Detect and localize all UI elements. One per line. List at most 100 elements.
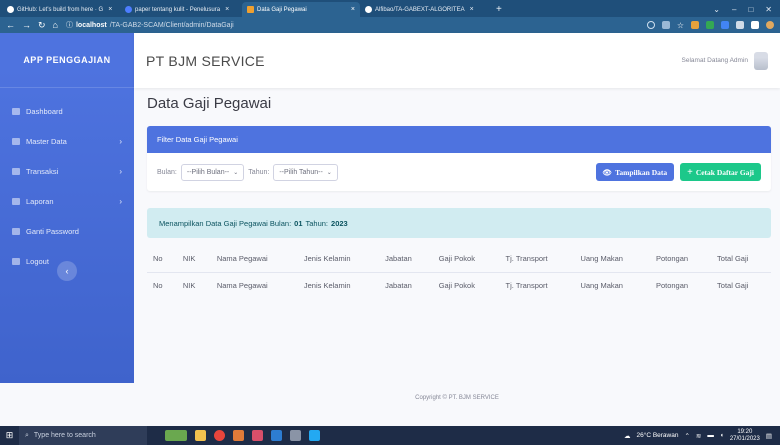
app-icon[interactable] (290, 430, 301, 441)
chevron-down-icon[interactable]: ⌄ (713, 5, 720, 14)
sidebar-item-master-data[interactable]: Master Data › (0, 126, 134, 156)
puzzle-icon[interactable] (736, 21, 744, 29)
table-cell: Uang Makan (574, 271, 650, 299)
google-icon (125, 6, 132, 13)
table-cell: Potongan (649, 271, 712, 299)
sidebar-toggle-button[interactable]: ‹ (57, 261, 77, 281)
sidebar-item-transaksi[interactable]: Transaksi › (0, 156, 134, 186)
close-tab-icon[interactable]: × (225, 6, 229, 13)
column-header: Uang Makan (580, 253, 623, 263)
table-cell: Jabatan (379, 271, 433, 299)
search-icon: ⌕ (25, 431, 29, 439)
mail-icon[interactable] (271, 430, 282, 441)
close-tab-icon[interactable]: × (108, 6, 112, 13)
chevron-up-icon[interactable]: ⌃ (684, 432, 689, 440)
tampilkan-data-button[interactable]: 👁 Tampilkan Data (595, 163, 675, 181)
file-explorer-icon[interactable] (195, 430, 206, 441)
clock[interactable]: 19:20 27/01/2023 (730, 429, 760, 443)
close-window-icon[interactable]: ✕ (765, 5, 772, 14)
page-title: Data Gaji Pegawai (147, 95, 272, 112)
reload-icon[interactable]: ↻ (38, 20, 46, 31)
sidebar-item-ganti-password[interactable]: Ganti Password (0, 216, 134, 246)
notification-icon[interactable]: ▤ (766, 432, 772, 440)
app-icon[interactable] (252, 430, 263, 441)
column-header: Potongan (655, 253, 689, 263)
cetak-daftar-gaji-button[interactable]: + Cetak Daftar Gaji (680, 163, 761, 181)
extension-icon[interactable] (721, 21, 729, 29)
chevron-down-icon: ⌄ (233, 169, 239, 176)
home-icon[interactable]: ⌂ (53, 20, 58, 31)
browser-tab[interactable]: GitHub: Let's build from here · G × (2, 2, 120, 17)
forward-icon[interactable]: → (22, 20, 31, 31)
github-icon (365, 6, 372, 13)
extension-icon[interactable] (691, 21, 699, 29)
zoom-icon[interactable] (646, 21, 655, 29)
volume-icon[interactable]: ◖ (720, 432, 724, 439)
page-favicon-icon (247, 6, 254, 13)
dashboard-icon (12, 107, 20, 115)
chevron-right-icon: › (119, 136, 122, 146)
sidepanel-icon[interactable] (751, 21, 759, 29)
info-icon: ⓘ (65, 22, 73, 29)
tahun-select[interactable]: --Pilih Tahun-- ⌄ (273, 163, 338, 181)
bulan-select[interactable]: --Pilih Bulan-- ⌄ (180, 163, 245, 181)
table-cell: No (147, 271, 177, 299)
maximize-icon[interactable]: □ (748, 5, 753, 14)
bulan-label: Bulan: (157, 168, 177, 176)
column-header: Jenis Kelamin (303, 253, 351, 263)
network-icon[interactable]: ≋ (696, 432, 701, 440)
chrome-icon[interactable] (214, 430, 225, 441)
minimize-icon[interactable]: – (732, 5, 736, 14)
github-icon (7, 6, 14, 13)
browser-tab[interactable]: paper tentang kulit - Penelusura × (120, 2, 242, 17)
battery-icon[interactable]: ▬ (707, 432, 714, 439)
app-brand[interactable]: APP PENGGAJIAN (0, 33, 134, 88)
column-header: No (153, 253, 163, 263)
close-tab-icon[interactable]: × (470, 6, 474, 13)
address-bar: ← → ↻ ⌂ ⓘ localhost/TA-GAB2-SCAM/Client/… (0, 17, 780, 33)
user-menu[interactable]: Selamat Datang Admin (682, 51, 768, 70)
back-icon[interactable]: ← (6, 20, 15, 31)
eye-icon: 👁 (602, 167, 613, 177)
sidebar-item-laporan[interactable]: Laporan › (0, 186, 134, 216)
info-alert: Menampilkan Data Gaji Pegawai Bulan: 01 … (147, 208, 771, 238)
profile-avatar[interactable] (766, 21, 774, 29)
filter-row: Bulan: --Pilih Bulan-- ⌄ Tahun: --Pilih … (147, 153, 771, 191)
chevron-right-icon: › (119, 166, 122, 176)
table-cell: Tj. Transport (499, 271, 575, 299)
game-icon[interactable] (165, 430, 187, 441)
main-content: Data Gaji Pegawai Filter Data Gaji Pegaw… (134, 88, 780, 383)
table-cell: Jenis Kelamin (297, 271, 380, 299)
company-name: PT BJM SERVICE (146, 52, 265, 69)
share-icon[interactable] (661, 21, 670, 29)
database-icon (12, 137, 20, 145)
sidebar-item-dashboard[interactable]: Dashboard (0, 96, 134, 126)
salary-table: No NIK Nama Pegawai Jenis Kelamin Jabata… (147, 245, 771, 299)
plus-icon: + (687, 166, 693, 178)
table-header-row: No NIK Nama Pegawai Jenis Kelamin Jabata… (147, 245, 771, 272)
taskbar-search[interactable]: ⌕ Type here to search (19, 426, 147, 445)
star-icon[interactable]: ☆ (677, 21, 684, 30)
transaction-icon (12, 167, 20, 175)
vscode-icon[interactable] (309, 430, 320, 441)
window-controls: ⌄ – □ ✕ (705, 5, 780, 17)
table-cell: Nama Pegawai (210, 271, 298, 299)
browser-tab-active[interactable]: Data Gaji Pegawai × (242, 2, 360, 17)
chevron-right-icon: › (119, 196, 122, 206)
extension-icon[interactable] (706, 21, 714, 29)
avatar (754, 51, 768, 70)
system-tray: ☁ 26°C Berawan ⌃ ≋ ▬ ◖ 19:20 27/01/2023 … (623, 428, 772, 443)
browser-tab-bar: GitHub: Let's build from here · G × pape… (0, 0, 780, 17)
windows-start-icon[interactable]: ⊞ (0, 426, 19, 445)
extension-icons: ☆ (646, 21, 774, 30)
new-tab-button[interactable]: + (490, 2, 508, 17)
close-tab-icon[interactable]: × (351, 6, 355, 13)
column-header: Total Gaji (717, 253, 749, 263)
table-row: No NIK Nama Pegawai Jenis Kelamin Jabata… (147, 271, 771, 299)
lock-icon (12, 227, 20, 235)
app-icon[interactable] (233, 430, 244, 441)
url-field[interactable]: ⓘ localhost/TA-GAB2-SCAM/Client/admin/Da… (66, 20, 234, 30)
filter-card-header: Filter Data Gaji Pegawai (147, 126, 771, 153)
browser-tab[interactable]: Alfibao/TA-GABEXT-ALGORITEA × (360, 2, 490, 17)
column-header: Nama Pegawai (216, 253, 268, 263)
